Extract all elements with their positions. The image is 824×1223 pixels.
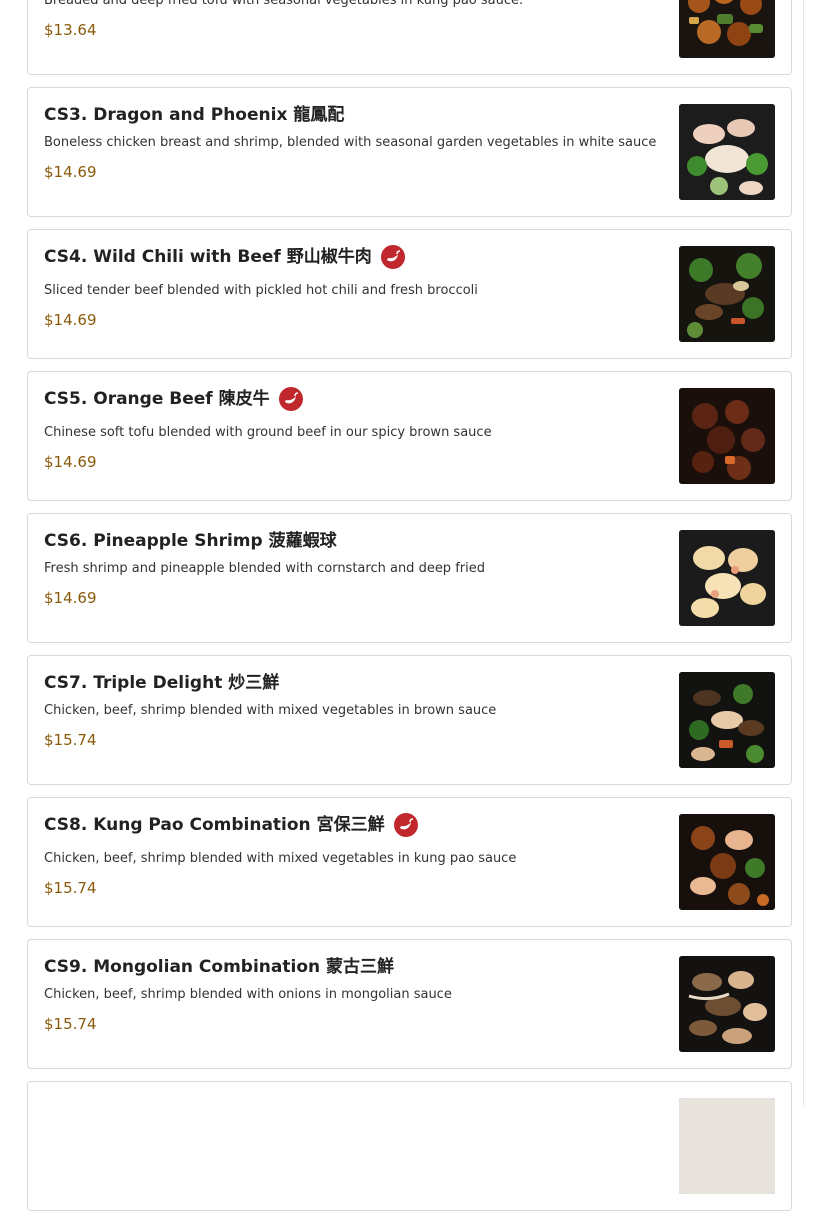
mongolian-combination-photo[interactable] (679, 956, 775, 1052)
wild-chili-beef-photo[interactable] (679, 246, 775, 342)
menu-item-description: Sliced tender beef blended with pickled … (44, 283, 478, 298)
menu-item-title-text: CS8. Kung Pao Combination 宮保三鮮 (44, 815, 385, 835)
menu-item-text: CS8. Kung Pao Combination 宮保三鮮 Chicken, … (44, 813, 661, 897)
chili-pepper-icon (393, 813, 418, 837)
menu-item-card[interactable]: CS4. Wild Chili with Beef 野山椒牛肉 Sliced t… (27, 229, 792, 359)
menu-item-title: CS7. Triple Delight 炒三鮮 (44, 672, 661, 694)
menu-item-title-text: CS9. Mongolian Combination 蒙古三鮮 (44, 957, 395, 977)
menu-item-text: CS9. Mongolian Combination 蒙古三鮮 Chicken,… (44, 956, 661, 1033)
chili-pepper-icon (380, 245, 405, 269)
menu-item-title-text: CS5. Orange Beef 陳皮牛 (44, 389, 270, 409)
menu-item-price: $14.69 (44, 453, 97, 471)
menu-item-description: Fresh shrimp and pineapple blended with … (44, 561, 485, 576)
menu-item-title: CS4. Wild Chili with Beef 野山椒牛肉 (44, 245, 661, 269)
chili-pepper-icon (278, 387, 303, 411)
menu-item-title-text: CS7. Triple Delight 炒三鮮 (44, 673, 280, 693)
menu-item-title: CS3. Dragon and Phoenix 龍鳳配 (44, 104, 661, 126)
page-right-divider (803, 0, 804, 1107)
kung-pao-combination-photo[interactable] (679, 814, 775, 910)
menu-item-card[interactable]: CS7. Triple Delight 炒三鮮 Chicken, beef, s… (27, 655, 792, 785)
menu-item-text: CS6. Pineapple Shrimp 菠蘿蝦球 Fresh shrimp … (44, 530, 661, 607)
kung-pao-tofu-photo[interactable] (679, 0, 775, 58)
menu-item-text: CS5. Orange Beef 陳皮牛 Chinese soft tofu b… (44, 387, 661, 471)
menu-item-title: CS8. Kung Pao Combination 宮保三鮮 (44, 813, 661, 837)
dragon-phoenix-photo[interactable] (679, 104, 775, 200)
menu-item-description: Boneless chicken breast and shrimp, blen… (44, 135, 657, 150)
menu-item-title: CS5. Orange Beef 陳皮牛 (44, 387, 661, 411)
triple-delight-photo[interactable] (679, 672, 775, 768)
menu-item-title-text: CS6. Pineapple Shrimp 菠蘿蝦球 (44, 531, 337, 551)
menu-item-card[interactable]: CS5. Orange Beef 陳皮牛 Chinese soft tofu b… (27, 371, 792, 501)
menu-item-description: Chicken, beef, shrimp blended with mixed… (44, 851, 517, 866)
menu-item-title: CS9. Mongolian Combination 蒙古三鮮 (44, 956, 661, 978)
menu-item-price: $14.69 (44, 311, 97, 329)
menu-item-card[interactable]: CS3. Dragon and Phoenix 龍鳳配 Boneless chi… (27, 87, 792, 217)
menu-item-price: $14.69 (44, 163, 97, 181)
menu-item-text: CS7. Triple Delight 炒三鮮 Chicken, beef, s… (44, 672, 661, 749)
menu-item-text: Breaded and deep fried tofu with seasona… (44, 0, 661, 39)
menu-item-card[interactable]: CS9. Mongolian Combination 蒙古三鮮 Chicken,… (27, 939, 792, 1069)
menu-item-description: Chicken, beef, shrimp blended with onion… (44, 987, 452, 1002)
next-item-photo[interactable] (679, 1098, 775, 1194)
menu-item-price: $13.64 (44, 21, 97, 39)
menu-item-description: Breaded and deep fried tofu with seasona… (44, 0, 524, 8)
menu-item-list: Breaded and deep fried tofu with seasona… (27, 0, 792, 1223)
orange-beef-photo[interactable] (679, 388, 775, 484)
menu-item-card[interactable] (27, 1081, 792, 1211)
menu-item-card[interactable]: CS8. Kung Pao Combination 宮保三鮮 Chicken, … (27, 797, 792, 927)
menu-item-description: Chinese soft tofu blended with ground be… (44, 425, 492, 440)
menu-item-price: $15.74 (44, 731, 97, 749)
menu-item-text: CS4. Wild Chili with Beef 野山椒牛肉 Sliced t… (44, 245, 661, 329)
menu-item-title-text: CS3. Dragon and Phoenix 龍鳳配 (44, 105, 345, 125)
menu-item-card[interactable]: Breaded and deep fried tofu with seasona… (27, 0, 792, 75)
menu-item-price: $15.74 (44, 1015, 97, 1033)
menu-item-title: CS6. Pineapple Shrimp 菠蘿蝦球 (44, 530, 661, 552)
pineapple-shrimp-photo[interactable] (679, 530, 775, 626)
menu-item-title-text: CS4. Wild Chili with Beef 野山椒牛肉 (44, 247, 372, 267)
menu-item-description: Chicken, beef, shrimp blended with mixed… (44, 703, 497, 718)
menu-item-text: CS3. Dragon and Phoenix 龍鳳配 Boneless chi… (44, 104, 661, 181)
menu-item-price: $14.69 (44, 589, 97, 607)
menu-item-card[interactable]: CS6. Pineapple Shrimp 菠蘿蝦球 Fresh shrimp … (27, 513, 792, 643)
menu-item-price: $15.74 (44, 879, 97, 897)
